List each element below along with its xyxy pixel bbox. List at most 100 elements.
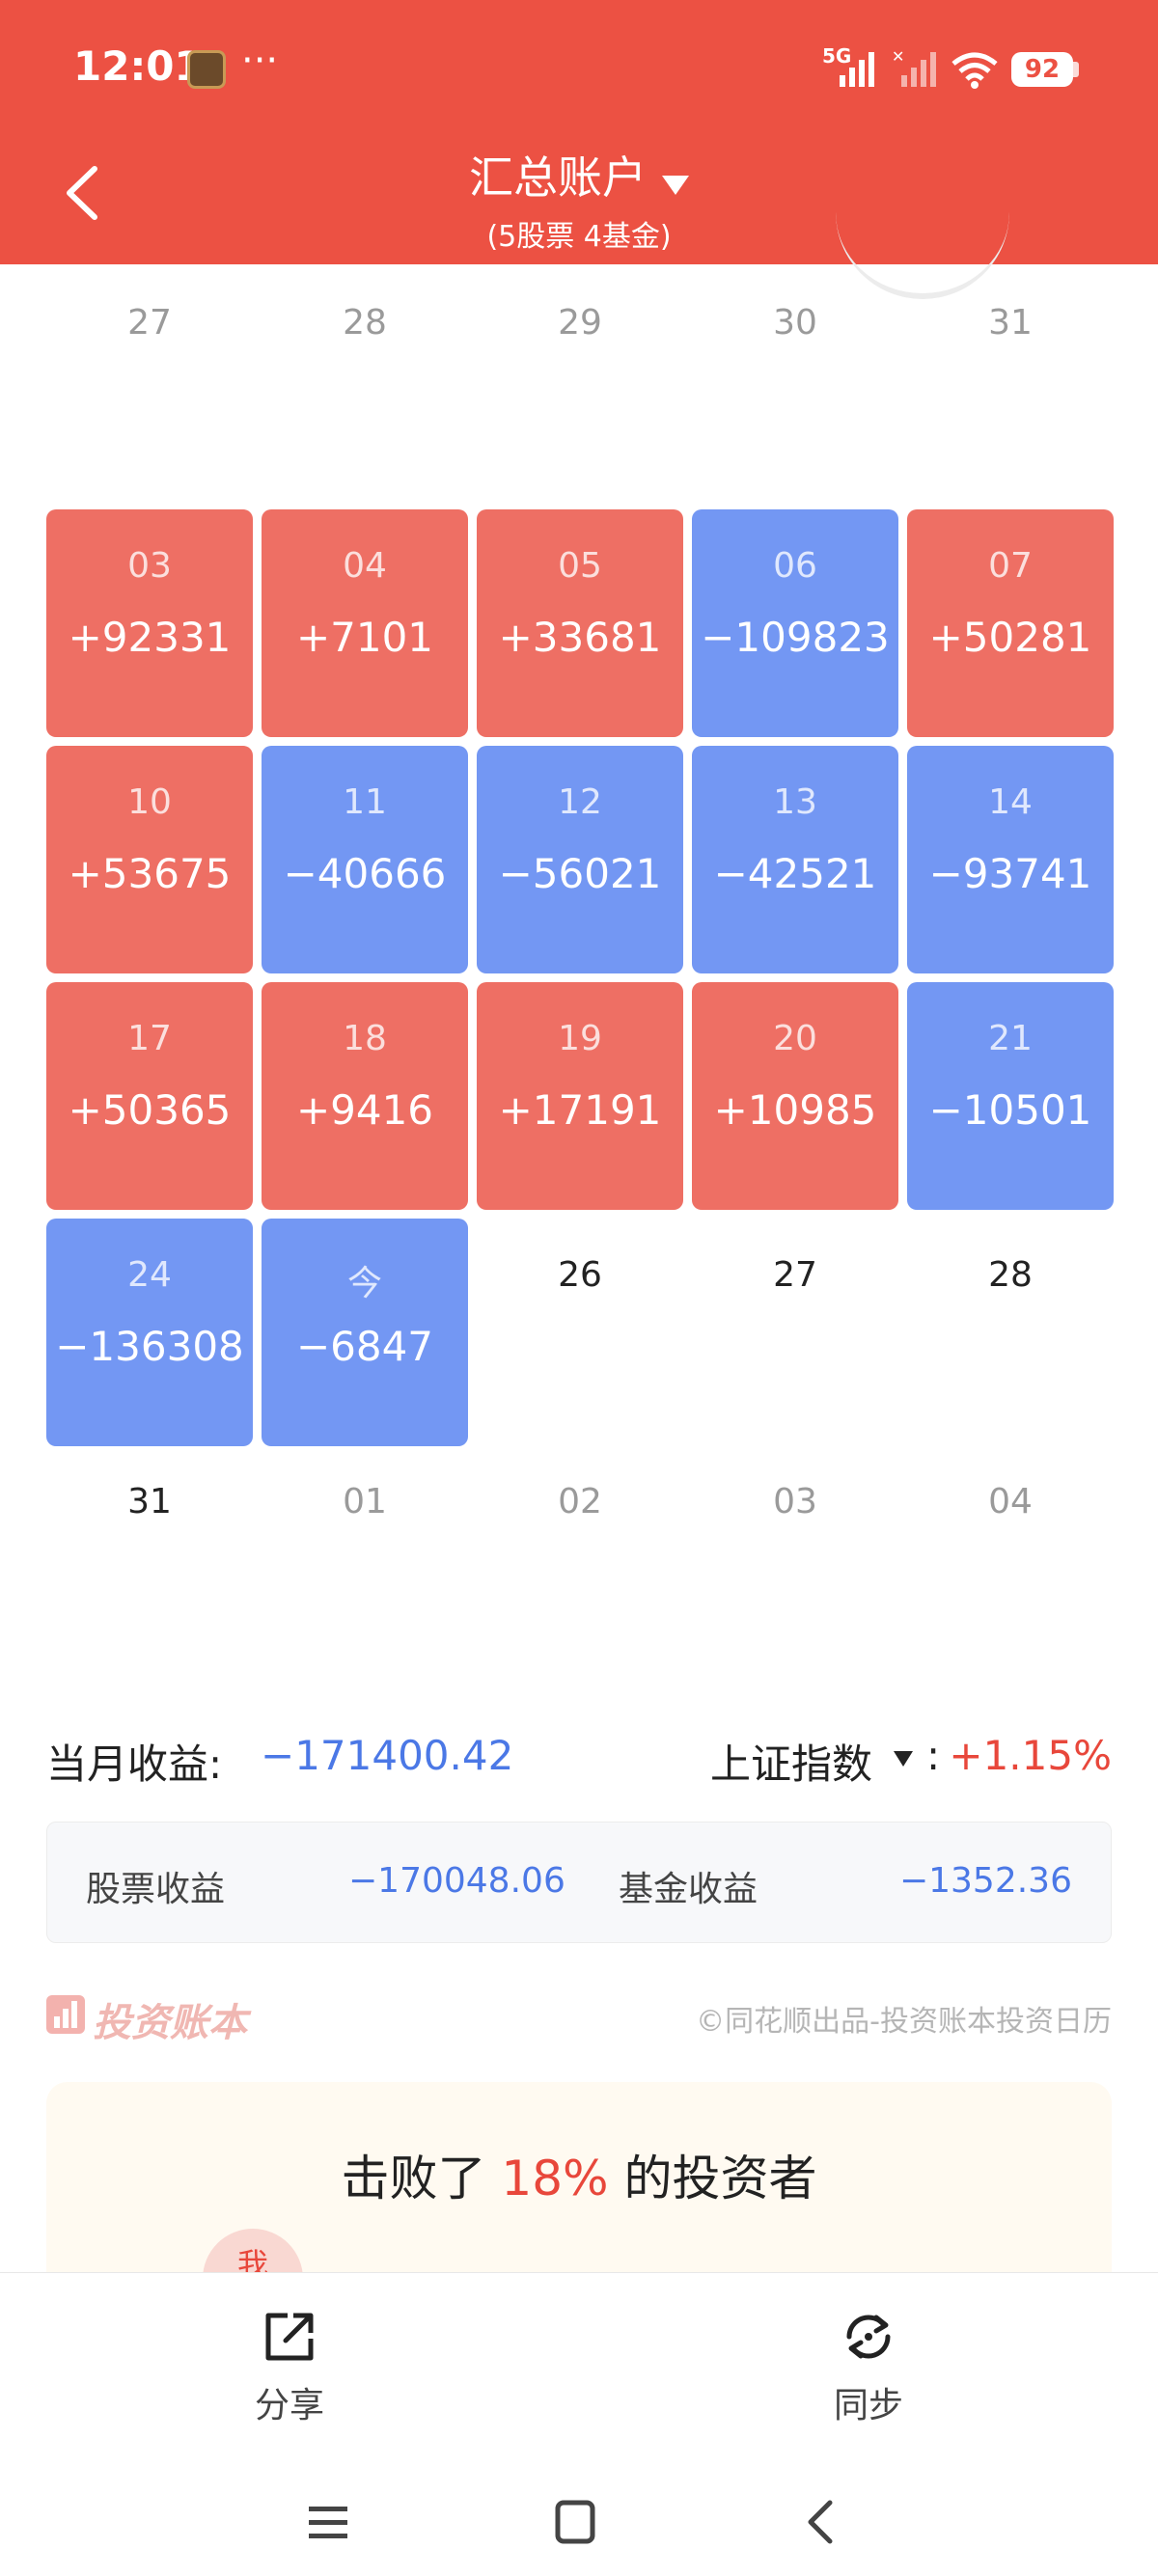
calendar-day-number: 12: [558, 782, 602, 822]
calendar-day-cell[interactable]: 27: [692, 1219, 898, 1446]
calendar-day-cell[interactable]: 12 −56021: [477, 746, 683, 973]
calendar-day-cell[interactable]: 10 +53675: [46, 746, 253, 973]
calendar-day-profit: +33681: [498, 614, 662, 661]
calendar-day-profit: +50281: [928, 614, 1092, 661]
share-icon: [265, 2313, 314, 2361]
calendar-day-cell[interactable]: 06 −109823: [692, 509, 898, 737]
wifi-icon: [951, 52, 998, 89]
sync-icon: [846, 2315, 891, 2359]
calendar-day-number: 27: [773, 1255, 817, 1295]
sync-label: 同步: [833, 2386, 903, 2425]
calendar-day-profit: +7101: [295, 614, 434, 661]
calendar-day-cell[interactable]: 05 +33681: [477, 509, 683, 737]
share-label: 分享: [254, 2386, 324, 2425]
system-nav-bar: [0, 2474, 1158, 2570]
calendar-day-next: 01: [343, 1482, 387, 1521]
battery-indicator: 92: [1011, 52, 1073, 87]
calendar-day-cell[interactable]: 17 +50365: [46, 982, 253, 1210]
calendar-day-cell[interactable]: 20 +10985: [692, 982, 898, 1210]
calendar-day-profit: −42521: [713, 850, 877, 897]
calendar-day-profit: −40666: [283, 850, 447, 897]
calendar-day-next: 31: [127, 1482, 172, 1521]
sync-button[interactable]: 同步: [772, 2310, 965, 2435]
nav-back-icon[interactable]: [784, 2493, 861, 2551]
notification-avatar-icon: [187, 50, 226, 89]
calendar-day-profit: −93741: [928, 850, 1092, 897]
calendar-day-number: 04: [343, 546, 387, 586]
calendar-day-cell[interactable]: 28: [907, 1219, 1114, 1446]
index-dropdown-icon[interactable]: [894, 1751, 913, 1767]
ranking-percent: 18%: [501, 2151, 609, 2206]
month-profit-label: 当月收益:: [46, 1740, 223, 1788]
calendar-day-prev: 27: [127, 303, 172, 343]
calendar-day-number: 13: [773, 782, 817, 822]
calendar-day-prev: 30: [773, 303, 817, 343]
calendar-day-cell[interactable]: 11 −40666: [262, 746, 468, 973]
chart-bars-icon: [46, 1995, 85, 2034]
signal-no-service-icon: ✕: [892, 48, 936, 87]
share-button[interactable]: 分享: [193, 2310, 386, 2435]
calendar-day-number: 20: [773, 1019, 817, 1058]
status-time: 12:01: [73, 42, 203, 90]
calendar-day-number: 03: [127, 546, 172, 586]
ranking-text: 击败了 18% 的投资者: [46, 2140, 1112, 2209]
calendar-day-profit: +53675: [68, 850, 232, 897]
calendar-day-number: 05: [558, 546, 602, 586]
calendar-day-number: 19: [558, 1019, 602, 1058]
calendar-day-number: 10: [127, 782, 172, 822]
calendar-day-next: 04: [988, 1482, 1033, 1521]
calendar-day-next: 03: [773, 1482, 817, 1521]
calendar-grid: 03 +92331 04 +7101 05 +33681 06 −109823 07 +50281…: [46, 509, 1114, 1447]
calendar-day-cell[interactable]: 18 +9416: [262, 982, 468, 1210]
calendar-day-number: 11: [343, 782, 387, 822]
calendar-day-number: 06: [773, 546, 817, 586]
calendar-day-profit: −136308: [55, 1323, 244, 1370]
page-title: 汇总账户: [469, 151, 647, 204]
signal-icon: [840, 52, 874, 87]
index-selector[interactable]: 上证指数: [710, 1732, 872, 1791]
stock-profit-value: −170048.06: [348, 1861, 565, 1901]
home-icon[interactable]: [537, 2493, 614, 2551]
credit-text: ©同花顺出品-投资账本投资日历: [696, 2005, 1112, 2039]
calendar-day-cell[interactable]: 13 −42521: [692, 746, 898, 973]
calendar-day-profit: +17191: [498, 1086, 662, 1134]
calendar-prev-row: 27 28 29 30 31: [46, 264, 1112, 390]
calendar-day-profit: +92331: [68, 614, 232, 661]
month-profit-value: −171400.42: [261, 1732, 514, 1779]
svg-text:✕: ✕: [892, 48, 904, 66]
calendar-day-number: 07: [988, 546, 1033, 586]
index-change-value: +1.15%: [949, 1732, 1112, 1779]
calendar-day-cell[interactable]: 今 −6847: [262, 1219, 468, 1446]
calendar-day-cell[interactable]: 26: [477, 1219, 683, 1446]
calendar-day-profit: −109823: [701, 614, 890, 661]
calendar-day-number: 26: [558, 1255, 602, 1295]
calendar-day-number: 17: [127, 1019, 172, 1058]
calendar-day-number: 今: [346, 1264, 382, 1303]
calendar-day-profit: +50365: [68, 1086, 232, 1134]
calendar-day-number: 18: [343, 1019, 387, 1058]
dropdown-arrow-icon: [662, 175, 689, 195]
calendar-day-number: 14: [988, 782, 1033, 822]
calendar-day-next: 02: [558, 1482, 602, 1521]
calendar-day-cell[interactable]: 03 +92331: [46, 509, 253, 737]
calendar-next-row: 31 01 02 03 04: [46, 1447, 1112, 1573]
calendar-day-cell[interactable]: 07 +50281: [907, 509, 1114, 737]
calendar-day-profit: +10985: [713, 1086, 877, 1134]
bottom-toolbar: 分享 同步: [0, 2272, 1158, 2576]
monthly-summary: 当月收益: −171400.42 上证指数 : +1.15%: [46, 1722, 1112, 1790]
profit-breakdown: 股票收益 −170048.06 基金收益 −1352.36: [46, 1822, 1112, 1943]
status-bar: 12:01 ··· 5G ✕ 92: [0, 0, 1158, 135]
calendar-day-prev: 31: [988, 303, 1033, 343]
calendar-day-number: 28: [988, 1255, 1033, 1295]
calendar-day-cell[interactable]: 14 −93741: [907, 746, 1114, 973]
ranking-card: 击败了 18% 的投资者 我: [46, 2082, 1112, 2287]
calendar-day-cell[interactable]: 04 +7101: [262, 509, 468, 737]
calendar-day-cell[interactable]: 21 −10501: [907, 982, 1114, 1210]
ranking-prefix: 击败了: [341, 2151, 502, 2206]
calendar-day-cell[interactable]: 24 −136308: [46, 1219, 253, 1446]
calendar-day-profit: −10501: [928, 1086, 1092, 1134]
calendar-day-cell[interactable]: 19 +17191: [477, 982, 683, 1210]
menu-icon[interactable]: [290, 2493, 367, 2551]
ranking-suffix: 的投资者: [608, 2151, 817, 2206]
calendar-day-profit: +9416: [295, 1086, 434, 1134]
